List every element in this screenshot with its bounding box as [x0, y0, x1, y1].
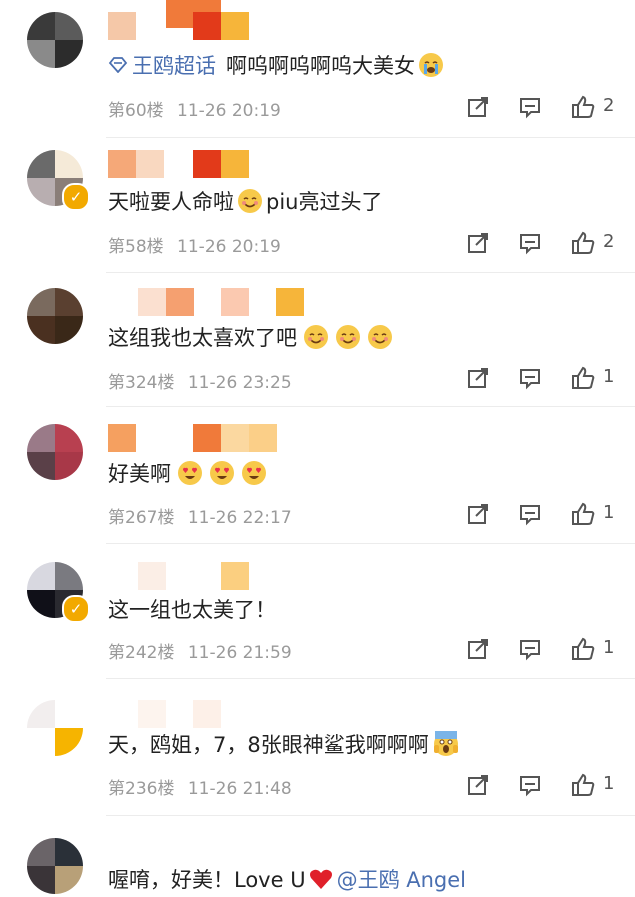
- like-count: 1: [603, 773, 615, 794]
- share-icon[interactable]: [466, 502, 490, 526]
- avatar[interactable]: [27, 424, 83, 480]
- action-bar: 2: [466, 231, 626, 261]
- avatar[interactable]: [27, 700, 83, 756]
- share-icon[interactable]: [466, 231, 490, 255]
- comment-icon[interactable]: [518, 231, 542, 255]
- mention-link[interactable]: @王鸥 Angel: [337, 864, 466, 894]
- comment-body: 这组我也太喜欢了吧: [108, 326, 297, 350]
- crying-emoji-icon: [418, 52, 444, 78]
- action-bar: 2: [466, 95, 626, 125]
- like-count: 1: [603, 366, 615, 387]
- comment-meta: 第267楼 11-26 22:17: [108, 503, 292, 528]
- thumb-up-icon[interactable]: [570, 366, 595, 390]
- comment-body: 喔唷，好美！Love U: [108, 868, 306, 892]
- divider: [106, 406, 635, 407]
- like-count: 1: [603, 502, 615, 523]
- action-bar: 1: [466, 502, 626, 532]
- comment-text: 好美啊: [108, 458, 270, 488]
- heart-eyes-emoji-icon: [209, 460, 235, 486]
- timestamp: 11-26 20:19: [177, 237, 281, 257]
- comment-meta: 第60楼 11-26 20:19: [108, 96, 281, 121]
- comment-body: 啊呜啊呜啊呜大美女: [226, 54, 415, 78]
- action-bar: 1: [466, 637, 626, 667]
- comment-icon[interactable]: [518, 502, 542, 526]
- heart-eyes-emoji-icon: [177, 460, 203, 486]
- avatar[interactable]: [27, 838, 83, 894]
- comment-icon[interactable]: [518, 95, 542, 119]
- comment-text: 天，鸥姐，7，8张眼神鲨我啊啊啊: [108, 729, 462, 759]
- thumb-up-icon[interactable]: [570, 773, 595, 797]
- comment-body-part1: 天啦要人命啦: [108, 190, 234, 214]
- divider: [106, 678, 635, 679]
- comment-meta: 第58楼 11-26 20:19: [108, 232, 281, 257]
- blushing-emoji-icon: [367, 324, 393, 350]
- avatar[interactable]: [27, 12, 83, 68]
- red-heart-icon: [308, 866, 334, 892]
- thumb-up-icon[interactable]: [570, 502, 595, 526]
- heart-eyes-emoji-icon: [241, 460, 267, 486]
- comment-icon[interactable]: [518, 366, 542, 390]
- share-icon[interactable]: [466, 637, 490, 661]
- timestamp: 11-26 21:59: [187, 643, 292, 663]
- comment-meta: 第324楼 11-26 23:25: [108, 368, 292, 393]
- timestamp: 11-26 21:48: [187, 779, 292, 799]
- floor-number: 第242楼: [108, 643, 175, 663]
- divider: [106, 272, 635, 273]
- like-count: 2: [603, 231, 615, 252]
- divider: [106, 543, 635, 544]
- share-icon[interactable]: [466, 95, 490, 119]
- thumb-up-icon[interactable]: [570, 95, 595, 119]
- thumb-up-icon[interactable]: [570, 231, 595, 255]
- timestamp: 11-26 20:19: [177, 101, 281, 121]
- like-count: 1: [603, 637, 615, 658]
- comment-icon[interactable]: [518, 637, 542, 661]
- blushing-emoji-icon: [335, 324, 361, 350]
- avatar[interactable]: [27, 288, 83, 344]
- diamond-icon: [108, 57, 128, 73]
- floor-number: 第267楼: [108, 508, 175, 528]
- comment-body-part2: piu亮过头了: [266, 190, 383, 214]
- floor-number: 第58楼: [108, 237, 164, 257]
- action-bar: 1: [466, 366, 626, 396]
- divider: [106, 137, 635, 138]
- floor-number: 第60楼: [108, 101, 164, 121]
- comment-text: 这一组也太美了！: [108, 594, 276, 624]
- like-count: 2: [603, 95, 615, 116]
- comment-body: 天，鸥姐，7，8张眼神鲨我啊啊啊: [108, 733, 429, 757]
- comment-body: 好美啊: [108, 462, 171, 486]
- comment-text: 这组我也太喜欢了吧: [108, 322, 396, 352]
- timestamp: 11-26 23:25: [187, 373, 292, 393]
- share-icon[interactable]: [466, 366, 490, 390]
- comment-meta: 第242楼 11-26 21:59: [108, 638, 292, 663]
- timestamp: 11-26 22:17: [187, 508, 292, 528]
- blushing-emoji-icon: [237, 188, 263, 214]
- share-icon[interactable]: [466, 773, 490, 797]
- verified-badge-icon: ✓: [62, 183, 90, 211]
- comment-text: 王鸥超话 啊呜啊呜啊呜大美女: [108, 50, 447, 80]
- comment-text: 天啦要人命啦 piu亮过头了: [108, 186, 382, 216]
- divider: [106, 815, 635, 816]
- action-bar: 1: [466, 773, 626, 803]
- floor-number: 第236楼: [108, 779, 175, 799]
- verified-badge-icon: ✓: [62, 595, 90, 623]
- comment-icon[interactable]: [518, 773, 542, 797]
- comment-body: 这一组也太美了！: [108, 598, 276, 622]
- superchat-tag[interactable]: 王鸥超话: [108, 50, 216, 80]
- floor-number: 第324楼: [108, 373, 175, 393]
- blushing-emoji-icon: [303, 324, 329, 350]
- thumb-up-icon[interactable]: [570, 637, 595, 661]
- superchat-label: 王鸥超话: [132, 54, 216, 78]
- comment-meta: 第236楼 11-26 21:48: [108, 774, 292, 799]
- screaming-emoji-icon: [433, 731, 459, 757]
- comment-text: 喔唷，好美！Love U @王鸥 Angel: [108, 864, 466, 894]
